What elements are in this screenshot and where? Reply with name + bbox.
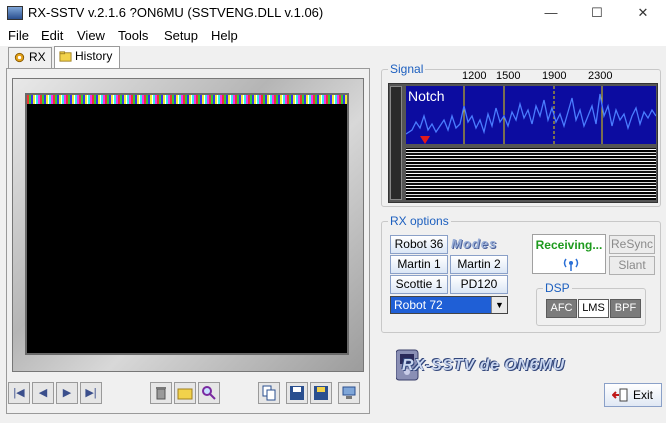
window-title: RX-SSTV v.2.1.6 ?ON6MU (SSTVENG.DLL v.1.… (28, 5, 324, 20)
zoom-button[interactable] (198, 382, 220, 404)
mode-robot36-button[interactable]: Robot 36 (390, 235, 448, 254)
mode-martin1-button[interactable]: Martin 1 (390, 255, 448, 274)
dsp-group-label: DSP (543, 281, 572, 295)
network-upload-icon (342, 386, 356, 399)
maximize-button[interactable]: ☐ (574, 2, 620, 24)
chevron-down-icon[interactable]: ▼ (491, 297, 507, 313)
close-button[interactable]: ✕ (620, 2, 666, 24)
antenna-icon (563, 258, 579, 271)
exit-door-icon (612, 388, 628, 402)
tab-history[interactable]: History (54, 46, 120, 69)
copy-button[interactable] (258, 382, 280, 404)
mode-select-value: Robot 72 (394, 298, 443, 312)
folder-open-icon (177, 388, 193, 400)
copy-icon (262, 385, 276, 401)
save-button[interactable] (286, 382, 308, 404)
delete-button[interactable] (150, 382, 172, 404)
app-logo-text: RX-SSTV de ON6MU (402, 357, 565, 374)
first-image-button[interactable]: |◀ (8, 382, 30, 404)
lms-toggle[interactable]: LMS (578, 299, 609, 318)
resync-button[interactable]: ReSync (609, 235, 655, 254)
receiving-status-text: Receiving... (535, 238, 603, 252)
last-image-button[interactable]: ▶| (80, 382, 102, 404)
waterfall-view (406, 148, 656, 200)
image-noise-strip (27, 95, 347, 104)
tab-rx[interactable]: RX (8, 47, 52, 68)
modes-logo: Modes (451, 236, 498, 251)
menu-bar: File Edit View Tools Setup Help (0, 26, 666, 46)
freq-tick-1900: 1900 (542, 70, 567, 82)
magnifier-icon (202, 386, 216, 400)
gear-icon (14, 52, 25, 63)
floppy-disk-icon (290, 386, 304, 400)
open-folder-button[interactable] (174, 382, 196, 404)
mode-pd120-button[interactable]: PD120 (450, 275, 508, 294)
exit-button[interactable]: Exit (604, 383, 662, 407)
notch-label: Notch (408, 88, 445, 104)
upload-button[interactable] (338, 382, 360, 404)
afc-toggle[interactable]: AFC (546, 299, 577, 318)
app-icon (7, 6, 23, 20)
signal-level-meter (390, 86, 402, 200)
menu-setup[interactable]: Setup (164, 28, 198, 43)
mode-scottie1-button[interactable]: Scottie 1 (390, 275, 448, 294)
menu-tools[interactable]: Tools (118, 28, 148, 43)
slant-button[interactable]: Slant (609, 256, 655, 275)
tab-history-label: History (75, 49, 113, 63)
trash-icon (156, 387, 166, 400)
menu-help[interactable]: Help (211, 28, 238, 43)
rx-options-label: RX options (388, 214, 451, 228)
freq-tick-2300: 2300 (588, 70, 613, 82)
menu-view[interactable]: View (77, 28, 105, 43)
next-image-button[interactable]: ▶ (56, 382, 78, 404)
freq-tick-1200: 1200 (462, 70, 487, 82)
mode-select[interactable]: Robot 72 ▼ (390, 296, 508, 314)
freq-tick-1500: 1500 (496, 70, 521, 82)
previous-image-button[interactable]: ◀ (32, 382, 54, 404)
floppy-disk-icon (314, 386, 328, 400)
tab-rx-label: RX (29, 50, 46, 64)
received-image (25, 93, 349, 355)
title-bar: RX-SSTV v.2.1.6 ?ON6MU (SSTVENG.DLL v.1.… (0, 0, 666, 26)
menu-file[interactable]: File (8, 28, 29, 43)
mode-martin2-button[interactable]: Martin 2 (450, 255, 508, 274)
bpf-toggle[interactable]: BPF (610, 299, 641, 318)
receiving-status: Receiving... (532, 234, 606, 274)
exit-label: Exit (633, 388, 654, 402)
menu-edit[interactable]: Edit (41, 28, 63, 43)
signal-group-label: Signal (388, 62, 426, 76)
image-frame (12, 78, 364, 372)
minimize-button[interactable]: — (528, 2, 574, 24)
folder-icon (59, 51, 72, 62)
save-as-button[interactable] (310, 382, 332, 404)
